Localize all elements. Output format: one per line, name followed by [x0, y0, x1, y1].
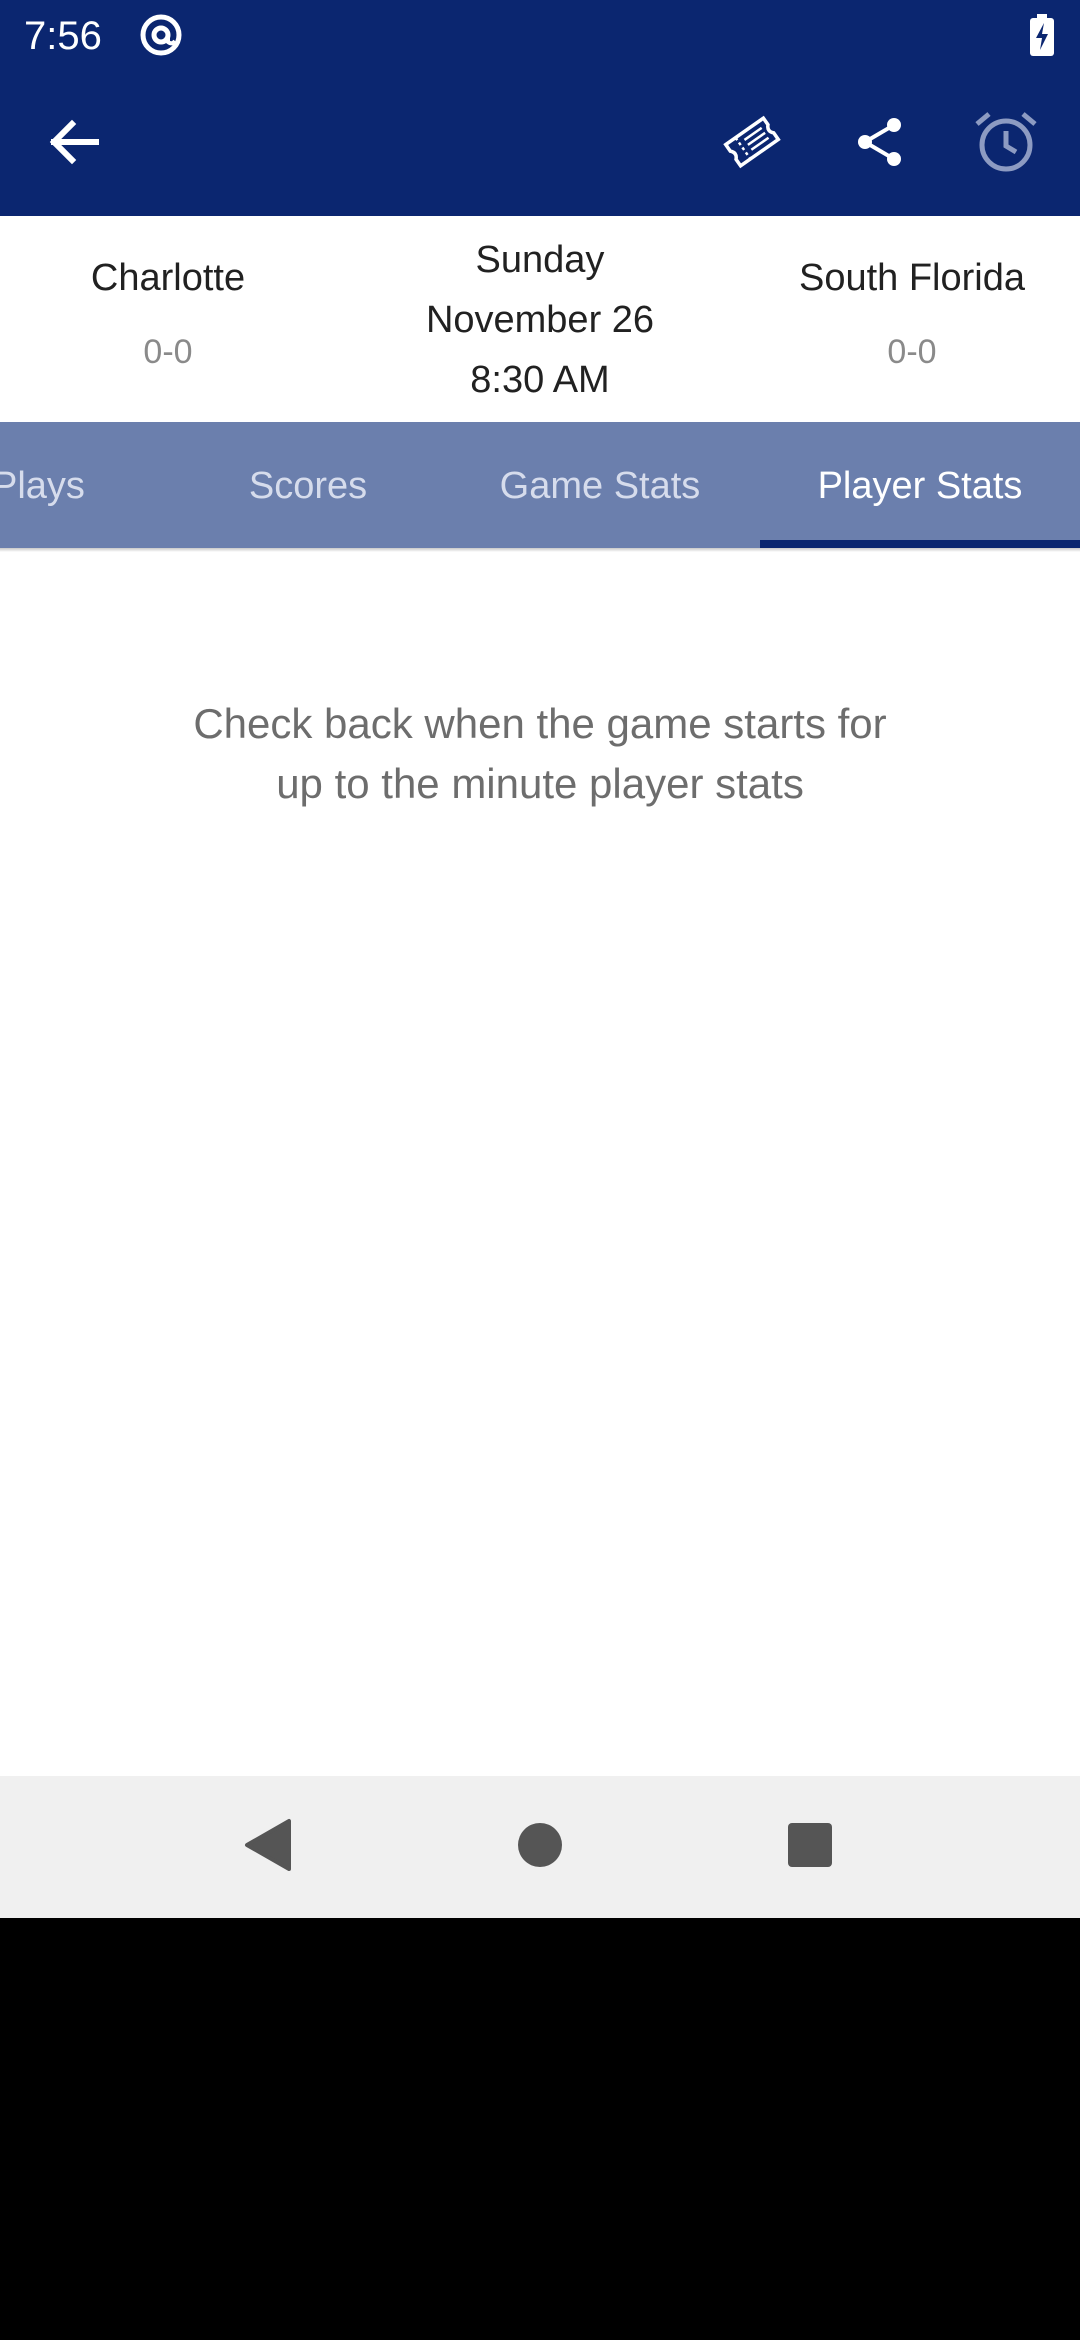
home-team[interactable]: Charlotte 0-0 [0, 254, 338, 372]
battery-charging-icon [1030, 14, 1054, 56]
alarm-button[interactable] [958, 96, 1054, 192]
back-button[interactable] [26, 96, 122, 192]
game-datetime: Sunday November 26 8:30 AM [340, 230, 740, 410]
game-time: 8:30 AM [470, 359, 610, 401]
nav-home-icon [517, 1822, 563, 1873]
nav-back-icon [241, 1817, 293, 1878]
at-sign-circle-icon [138, 12, 184, 58]
nav-home-button[interactable] [495, 1802, 585, 1892]
tab-bar: Plays Scores Game Stats Player Stats [0, 422, 1080, 548]
home-team-name: Charlotte [90, 257, 246, 299]
matchup-header: Charlotte 0-0 Sunday November 26 8:30 AM… [0, 216, 1080, 422]
away-team-record: 0-0 [887, 333, 937, 371]
tab-bar-shadow [0, 548, 1080, 552]
empty-state-message: Check back when the game starts for up t… [140, 694, 940, 814]
arrow-back-icon [48, 116, 100, 173]
alarm-clock-icon [973, 109, 1039, 180]
system-nav-bar [0, 1776, 1080, 1918]
app-bar [0, 72, 1080, 216]
tab-scores[interactable]: Scores [218, 422, 398, 548]
home-team-record: 0-0 [143, 333, 193, 371]
tab-indicator [760, 540, 1080, 548]
status-bar: 7:56 [0, 0, 1080, 72]
tab-player-stats[interactable]: Player Stats [760, 422, 1080, 548]
share-button[interactable] [832, 96, 928, 192]
share-icon [854, 116, 906, 173]
empty-state-line-2: up to the minute player stats [276, 760, 804, 807]
nav-recents-icon [787, 1822, 833, 1873]
tab-plays[interactable]: Plays [0, 422, 102, 548]
away-team-name: South Florida [798, 257, 1025, 299]
tab-game-stats[interactable]: Game Stats [470, 422, 730, 548]
game-day: Sunday [475, 239, 605, 281]
game-date: November 26 [425, 299, 655, 341]
app-screen: 7:56 Charlotte 0-0 Sunday November 26 8:… [0, 0, 1080, 1918]
empty-state-line-1: Check back when the game starts for [193, 700, 887, 747]
ticket-icon [721, 111, 783, 178]
status-time: 7:56 [24, 14, 102, 58]
nav-recents-button[interactable] [765, 1802, 855, 1892]
tickets-button[interactable] [704, 96, 800, 192]
nav-back-button[interactable] [222, 1802, 312, 1892]
away-team[interactable]: South Florida 0-0 [742, 254, 1080, 372]
